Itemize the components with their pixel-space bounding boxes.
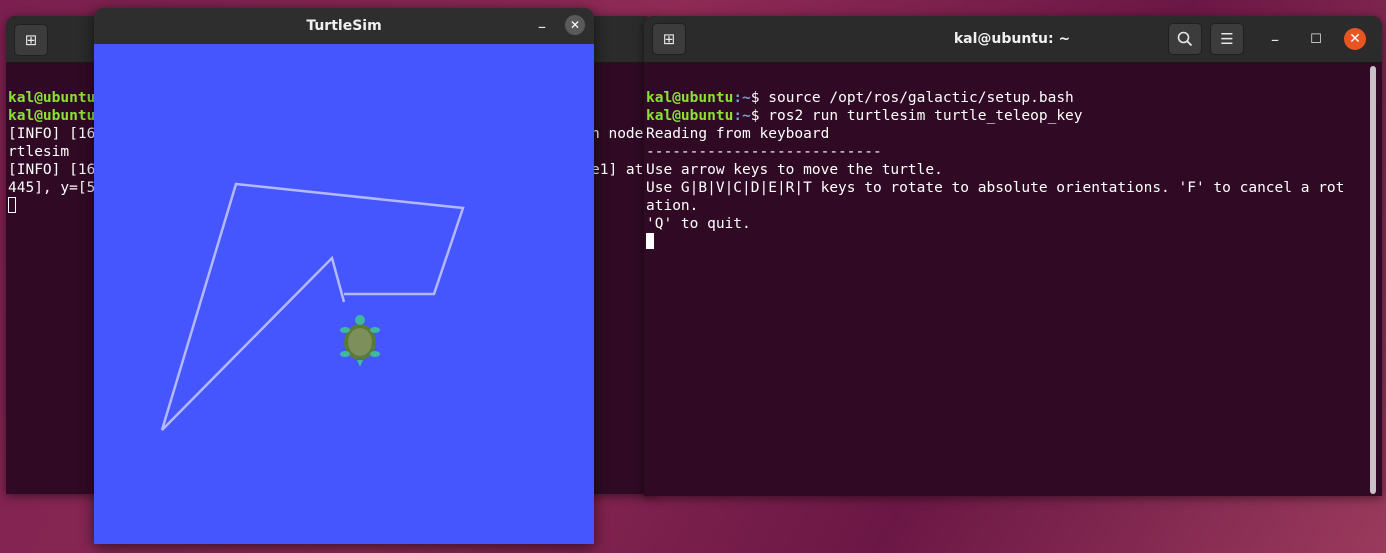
- turtlesim-window[interactable]: TurtleSim – ✕: [94, 8, 594, 544]
- right-terminal-body[interactable]: kal@ubuntu:~$ source /opt/ros/galactic/s…: [644, 63, 1382, 496]
- minimize-button[interactable]: –: [1261, 25, 1289, 53]
- turtle-icon: [340, 315, 380, 367]
- close-button[interactable]: ✕: [1344, 28, 1366, 50]
- terminal-line: kal@ubuntu:~$ ros2 run turtlesim turtle_…: [646, 108, 1083, 124]
- maximize-button[interactable]: ☐: [1302, 25, 1330, 53]
- terminal-line: 'Q' to quit.: [646, 216, 751, 232]
- new-tab-button[interactable]: ⊞: [652, 23, 686, 55]
- terminal-line: Reading from keyboard: [646, 126, 830, 142]
- search-icon: [1177, 31, 1193, 47]
- new-tab-icon: ⊞: [662, 30, 676, 48]
- terminal-line: Use G|B|V|C|D|E|R|T keys to rotate to ab…: [646, 180, 1345, 196]
- window-title: kal@ubuntu: ~: [953, 31, 1071, 47]
- turtlesim-header[interactable]: TurtleSim – ✕: [94, 8, 594, 44]
- terminal-line: kal@ubuntu:~$ source /opt/ros/galactic/s…: [646, 90, 1074, 106]
- new-tab-icon: ⊞: [24, 31, 38, 49]
- search-button[interactable]: [1168, 23, 1202, 55]
- terminal-cursor: [646, 233, 1382, 251]
- close-button[interactable]: ✕: [565, 15, 585, 35]
- turtle-trail-drawing: [160, 182, 465, 431]
- terminal-line: Use arrow keys to move the turtle.: [646, 162, 943, 178]
- right-terminal-header[interactable]: ⊞ kal@ubuntu: ~ ☰ – ☐ ✕: [644, 16, 1382, 63]
- turtlesim-canvas: [94, 44, 594, 544]
- scrollbar[interactable]: [1370, 66, 1376, 494]
- turtle-trail-path: [160, 182, 465, 431]
- terminal-line: ---------------------------: [646, 144, 882, 160]
- minimize-button[interactable]: –: [528, 12, 556, 40]
- window-title: TurtleSim: [306, 18, 382, 34]
- hamburger-menu-icon: ☰: [1220, 30, 1234, 48]
- right-terminal-window[interactable]: ⊞ kal@ubuntu: ~ ☰ – ☐ ✕ kal@ubuntu:~$ so…: [644, 16, 1382, 496]
- new-tab-button[interactable]: ⊞: [14, 24, 48, 56]
- menu-button[interactable]: ☰: [1210, 23, 1244, 55]
- terminal-line: ation.: [646, 198, 699, 214]
